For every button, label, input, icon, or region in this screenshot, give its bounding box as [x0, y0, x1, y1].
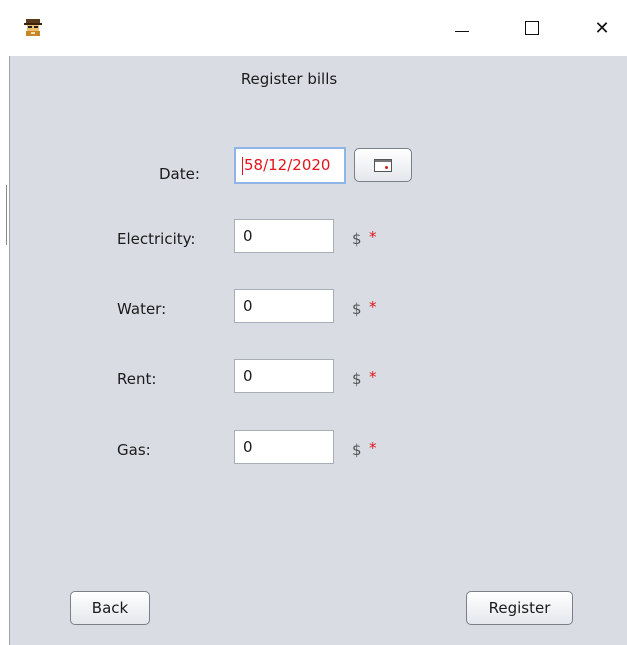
gas-required-marker: *	[369, 439, 377, 457]
water-currency: $	[352, 300, 362, 318]
spy-character-icon	[24, 19, 42, 36]
maximize-button[interactable]	[509, 8, 555, 48]
minimize-button[interactable]	[439, 8, 485, 48]
edge-divider	[6, 185, 7, 245]
gas-input[interactable]: 0	[234, 430, 334, 464]
rent-input[interactable]: 0	[234, 359, 334, 393]
date-label: Date:	[159, 165, 200, 183]
title-bar[interactable]: ✕	[9, 0, 627, 56]
calendar-icon	[374, 158, 392, 172]
close-button[interactable]: ✕	[579, 8, 625, 48]
back-button[interactable]: Back	[70, 591, 150, 625]
water-required-marker: *	[369, 298, 377, 316]
date-picker-button[interactable]	[354, 148, 412, 182]
minimize-icon	[455, 30, 469, 32]
panel-left-border	[9, 56, 10, 645]
form-panel: Register bills Date: 58/12/2020 Electric…	[9, 56, 627, 645]
water-input[interactable]: 0	[234, 289, 334, 323]
text-caret	[242, 156, 243, 175]
water-label: Water:	[117, 300, 167, 318]
rent-label: Rent:	[117, 370, 157, 388]
close-icon: ✕	[594, 17, 610, 39]
gas-currency: $	[352, 441, 362, 459]
register-bills-window: ✕ Register bills Date: 58/12/2020 Electr…	[0, 0, 627, 645]
register-button[interactable]: Register	[466, 591, 573, 625]
rent-required-marker: *	[369, 368, 377, 386]
electricity-input[interactable]: 0	[234, 219, 334, 253]
window-left-edge	[0, 0, 9, 645]
page-title: Register bills	[240, 70, 338, 88]
electricity-required-marker: *	[369, 228, 377, 246]
electricity-label: Electricity:	[117, 230, 196, 248]
date-input[interactable]: 58/12/2020	[234, 147, 346, 184]
gas-label: Gas:	[117, 441, 151, 459]
date-value: 58/12/2020	[244, 156, 331, 174]
rent-currency: $	[352, 370, 362, 388]
maximize-icon	[525, 21, 539, 35]
electricity-currency: $	[352, 230, 362, 248]
